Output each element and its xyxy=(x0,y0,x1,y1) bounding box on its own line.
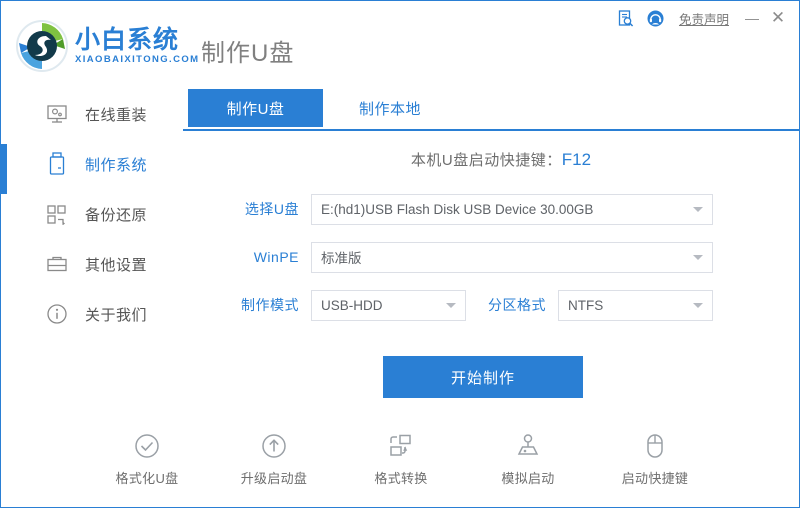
usb-drive-icon xyxy=(45,152,69,176)
tool-label: 启动快捷键 xyxy=(621,471,689,486)
brand-name: 小白系统 xyxy=(75,26,180,54)
close-button[interactable]: ✕ xyxy=(765,6,791,30)
arrow-up-circle-icon xyxy=(259,431,289,461)
tab-make-usb[interactable]: 制作U盘 xyxy=(188,89,323,127)
start-make-button[interactable]: 开始制作 xyxy=(383,356,583,398)
field-label-usb: 选择U盘 xyxy=(244,201,299,217)
document-search-icon[interactable] xyxy=(613,7,639,29)
boot-hotkey-value: F12 xyxy=(561,150,592,169)
field-row-mode: 制作模式 USB-HDD 分区格式 NTFS xyxy=(229,289,713,321)
sidebar-item-online-reinstall[interactable]: 在线重装 xyxy=(1,89,183,139)
sidebar-item-other-settings[interactable]: 其他设置 xyxy=(1,239,183,289)
page-title: 制作U盘 xyxy=(201,40,295,67)
sidebar-item-label: 关于我们 xyxy=(85,306,148,324)
chevron-down-icon xyxy=(446,303,456,308)
sidebar-item-backup-restore[interactable]: 备份还原 xyxy=(1,189,183,239)
tool-label: 升级启动盘 xyxy=(240,471,308,486)
winpe-select[interactable]: 标准版 xyxy=(311,241,713,273)
tool-label: 格式转换 xyxy=(374,471,428,486)
brand-logo: 小白系统 XIAOBAIXITONG.COM xyxy=(15,19,199,73)
tab-bar: 制作U盘 制作本地 xyxy=(183,89,799,131)
check-circle-icon xyxy=(132,431,162,461)
title-bar: 小白系统 XIAOBAIXITONG.COM 制作U盘 免责声明 — ✕ xyxy=(1,1,799,89)
toolbox-icon xyxy=(45,252,69,276)
sidebar-item-make-system[interactable]: 制作系统 xyxy=(0,139,183,194)
usb-select-value: E:(hd1)USB Flash Disk USB Device 30.00GB xyxy=(321,201,594,217)
monitor-icon xyxy=(45,102,69,126)
tool-label: 模拟启动 xyxy=(501,471,555,486)
convert-shapes-icon xyxy=(386,431,416,461)
field-label-mode: 制作模式 xyxy=(241,297,299,313)
window-controls: 免责声明 — ✕ xyxy=(613,5,791,31)
tool-format-usb[interactable]: 格式化U盘 xyxy=(101,431,193,487)
logo-swirl-icon xyxy=(15,19,69,73)
tool-format-convert[interactable]: 格式转换 xyxy=(355,431,447,487)
sidebar-item-label: 制作系统 xyxy=(85,156,148,174)
field-label-winpe: WinPE xyxy=(253,249,299,265)
field-row-winpe: WinPE 标准版 xyxy=(229,241,713,273)
sidebar-item-label: 备份还原 xyxy=(85,206,148,224)
blocks-icon xyxy=(45,202,69,226)
usb-select[interactable]: E:(hd1)USB Flash Disk USB Device 30.00GB xyxy=(311,193,713,225)
app-window: 小白系统 XIAOBAIXITONG.COM 制作U盘 免责声明 — ✕ 在线重… xyxy=(0,0,800,508)
headset-icon[interactable] xyxy=(643,7,669,29)
brand-subtitle: XIAOBAIXITONG.COM xyxy=(75,54,200,65)
chevron-down-icon xyxy=(693,207,703,212)
tool-label: 格式化U盘 xyxy=(115,471,179,486)
partition-format-value: NTFS xyxy=(568,297,604,313)
boot-hotkey-info: 本机U盘启动快捷键：F12 xyxy=(183,149,799,170)
disclaimer-link[interactable]: 免责声明 xyxy=(679,9,729,28)
tool-boot-hotkey[interactable]: 启动快捷键 xyxy=(609,431,701,487)
tab-make-local[interactable]: 制作本地 xyxy=(335,89,445,127)
sidebar-item-label: 其他设置 xyxy=(85,256,148,274)
mouse-icon xyxy=(640,431,670,461)
boot-hotkey-text: 本机U盘启动快捷键： xyxy=(410,152,562,169)
chevron-down-icon xyxy=(693,303,703,308)
winpe-select-value: 标准版 xyxy=(321,251,362,266)
tool-upgrade-boot-disk[interactable]: 升级启动盘 xyxy=(228,431,320,487)
minimize-button[interactable]: — xyxy=(739,6,765,30)
mode-select[interactable]: USB-HDD xyxy=(311,289,466,321)
sidebar-item-about-us[interactable]: 关于我们 xyxy=(1,289,183,339)
field-label-partition-format: 分区格式 xyxy=(488,297,546,313)
joystick-icon xyxy=(513,431,543,461)
partition-format-select[interactable]: NTFS xyxy=(558,289,713,321)
chevron-down-icon xyxy=(693,255,703,260)
field-row-usb: 选择U盘 E:(hd1)USB Flash Disk USB Device 30… xyxy=(229,193,713,225)
bottom-toolbar: 格式化U盘 升级启动盘 格式转换 模拟启动 启动快捷键 xyxy=(101,431,701,487)
tool-simulate-boot[interactable]: 模拟启动 xyxy=(482,431,574,487)
sidebar-item-label: 在线重装 xyxy=(85,106,148,124)
mode-select-value: USB-HDD xyxy=(321,297,383,313)
info-circle-icon xyxy=(45,302,69,326)
